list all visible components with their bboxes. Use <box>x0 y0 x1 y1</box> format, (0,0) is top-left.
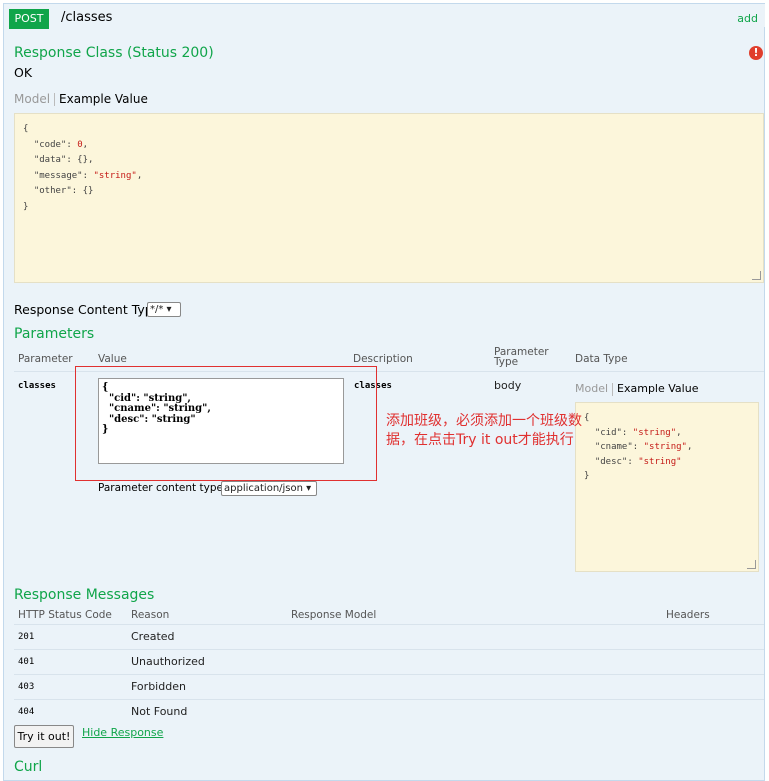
hide-response-link[interactable]: Hide Response <box>82 726 163 739</box>
status-reason: Unauthorized <box>131 655 205 668</box>
code-string: "string" <box>632 427 677 438</box>
code-key: "message": <box>23 170 94 181</box>
code-line: } <box>584 471 590 481</box>
code-key: "desc": <box>584 456 639 467</box>
th-headers: Headers <box>666 609 710 621</box>
th-parameter-type: Parameter Type <box>494 346 549 368</box>
status-code: 401 <box>18 657 35 667</box>
code-key: "other": {} <box>23 186 94 196</box>
tab-example-value[interactable]: Example Value <box>59 92 148 106</box>
th-value: Value <box>98 353 127 365</box>
param-example-box[interactable]: { "cid": "string", "cname": "string", "d… <box>575 402 759 572</box>
row-divider <box>14 674 764 675</box>
response-messages-title: Response Messages <box>14 587 155 603</box>
param-type: body <box>494 379 522 392</box>
response-status-text: OK <box>14 65 33 80</box>
try-it-out-button[interactable]: Try it out! <box>14 725 74 748</box>
response-content-type-label: Response Content Type <box>14 302 161 317</box>
tab-divider <box>54 93 56 106</box>
status-reason: Not Found <box>131 705 188 718</box>
th-data-type: Data Type <box>575 353 628 365</box>
curl-title: Curl <box>14 759 43 775</box>
th-description: Description <box>353 353 413 365</box>
code-string: "string" <box>643 442 687 452</box>
tab-model[interactable]: Model <box>14 92 50 106</box>
response-example-box[interactable]: { "code": 0, "data": {}, "message": "str… <box>14 113 764 283</box>
endpoint-path[interactable]: /classes <box>61 10 112 25</box>
method-badge[interactable]: POST <box>9 9 49 29</box>
status-code: 403 <box>18 682 35 692</box>
tab-model[interactable]: Model <box>575 382 608 395</box>
th-reason: Reason <box>131 609 170 621</box>
resize-handle[interactable] <box>747 560 756 569</box>
status-reason: Created <box>131 630 175 643</box>
resize-handle[interactable] <box>752 271 761 280</box>
row-divider <box>14 649 764 650</box>
code-key: "cname": <box>584 442 644 452</box>
code-punct: , <box>686 442 693 452</box>
response-model-tabs: Model Example Value <box>14 92 148 106</box>
code-punct: , <box>82 139 89 150</box>
table-divider <box>14 624 764 625</box>
code-line: } <box>23 201 29 212</box>
code-key: "code": <box>23 139 78 150</box>
code-key: "cid": <box>584 427 633 438</box>
th-http-status-code: HTTP Status Code <box>18 609 112 621</box>
code-string: "string" <box>638 456 682 467</box>
response-class-title: Response Class (Status 200) <box>14 45 214 61</box>
status-reason: Forbidden <box>131 680 186 693</box>
parameters-title: Parameters <box>14 326 95 342</box>
row-divider <box>14 699 764 700</box>
error-icon[interactable]: ! <box>749 46 763 60</box>
code-punct: , <box>136 170 143 181</box>
th-parameter: Parameter <box>18 353 73 365</box>
param-model-tabs: Model Example Value <box>575 382 698 396</box>
param-content-type-label: Parameter content type: <box>98 482 227 494</box>
param-name: classes <box>18 381 56 391</box>
status-code: 404 <box>18 707 35 717</box>
operation-summary[interactable]: add <box>737 12 758 25</box>
th-response-model: Response Model <box>291 609 377 621</box>
operation-header[interactable]: POST /classes add <box>4 4 765 29</box>
code-line: { <box>23 124 29 134</box>
tab-divider <box>612 382 614 396</box>
status-code: 201 <box>18 632 35 642</box>
param-content-type-select[interactable]: application/json ▾ <box>221 481 317 496</box>
code-string: "string" <box>93 170 137 181</box>
annotation-note: 添加班级，必须添加一个班级数据，在点击Try it out才能执行 <box>386 413 582 448</box>
annotation-highlight-box <box>75 366 377 481</box>
tab-example-value[interactable]: Example Value <box>617 382 698 395</box>
code-key: "data": {}, <box>23 155 94 165</box>
response-content-type-select[interactable]: */* ▾ <box>147 302 181 317</box>
code-punct: , <box>676 427 682 438</box>
